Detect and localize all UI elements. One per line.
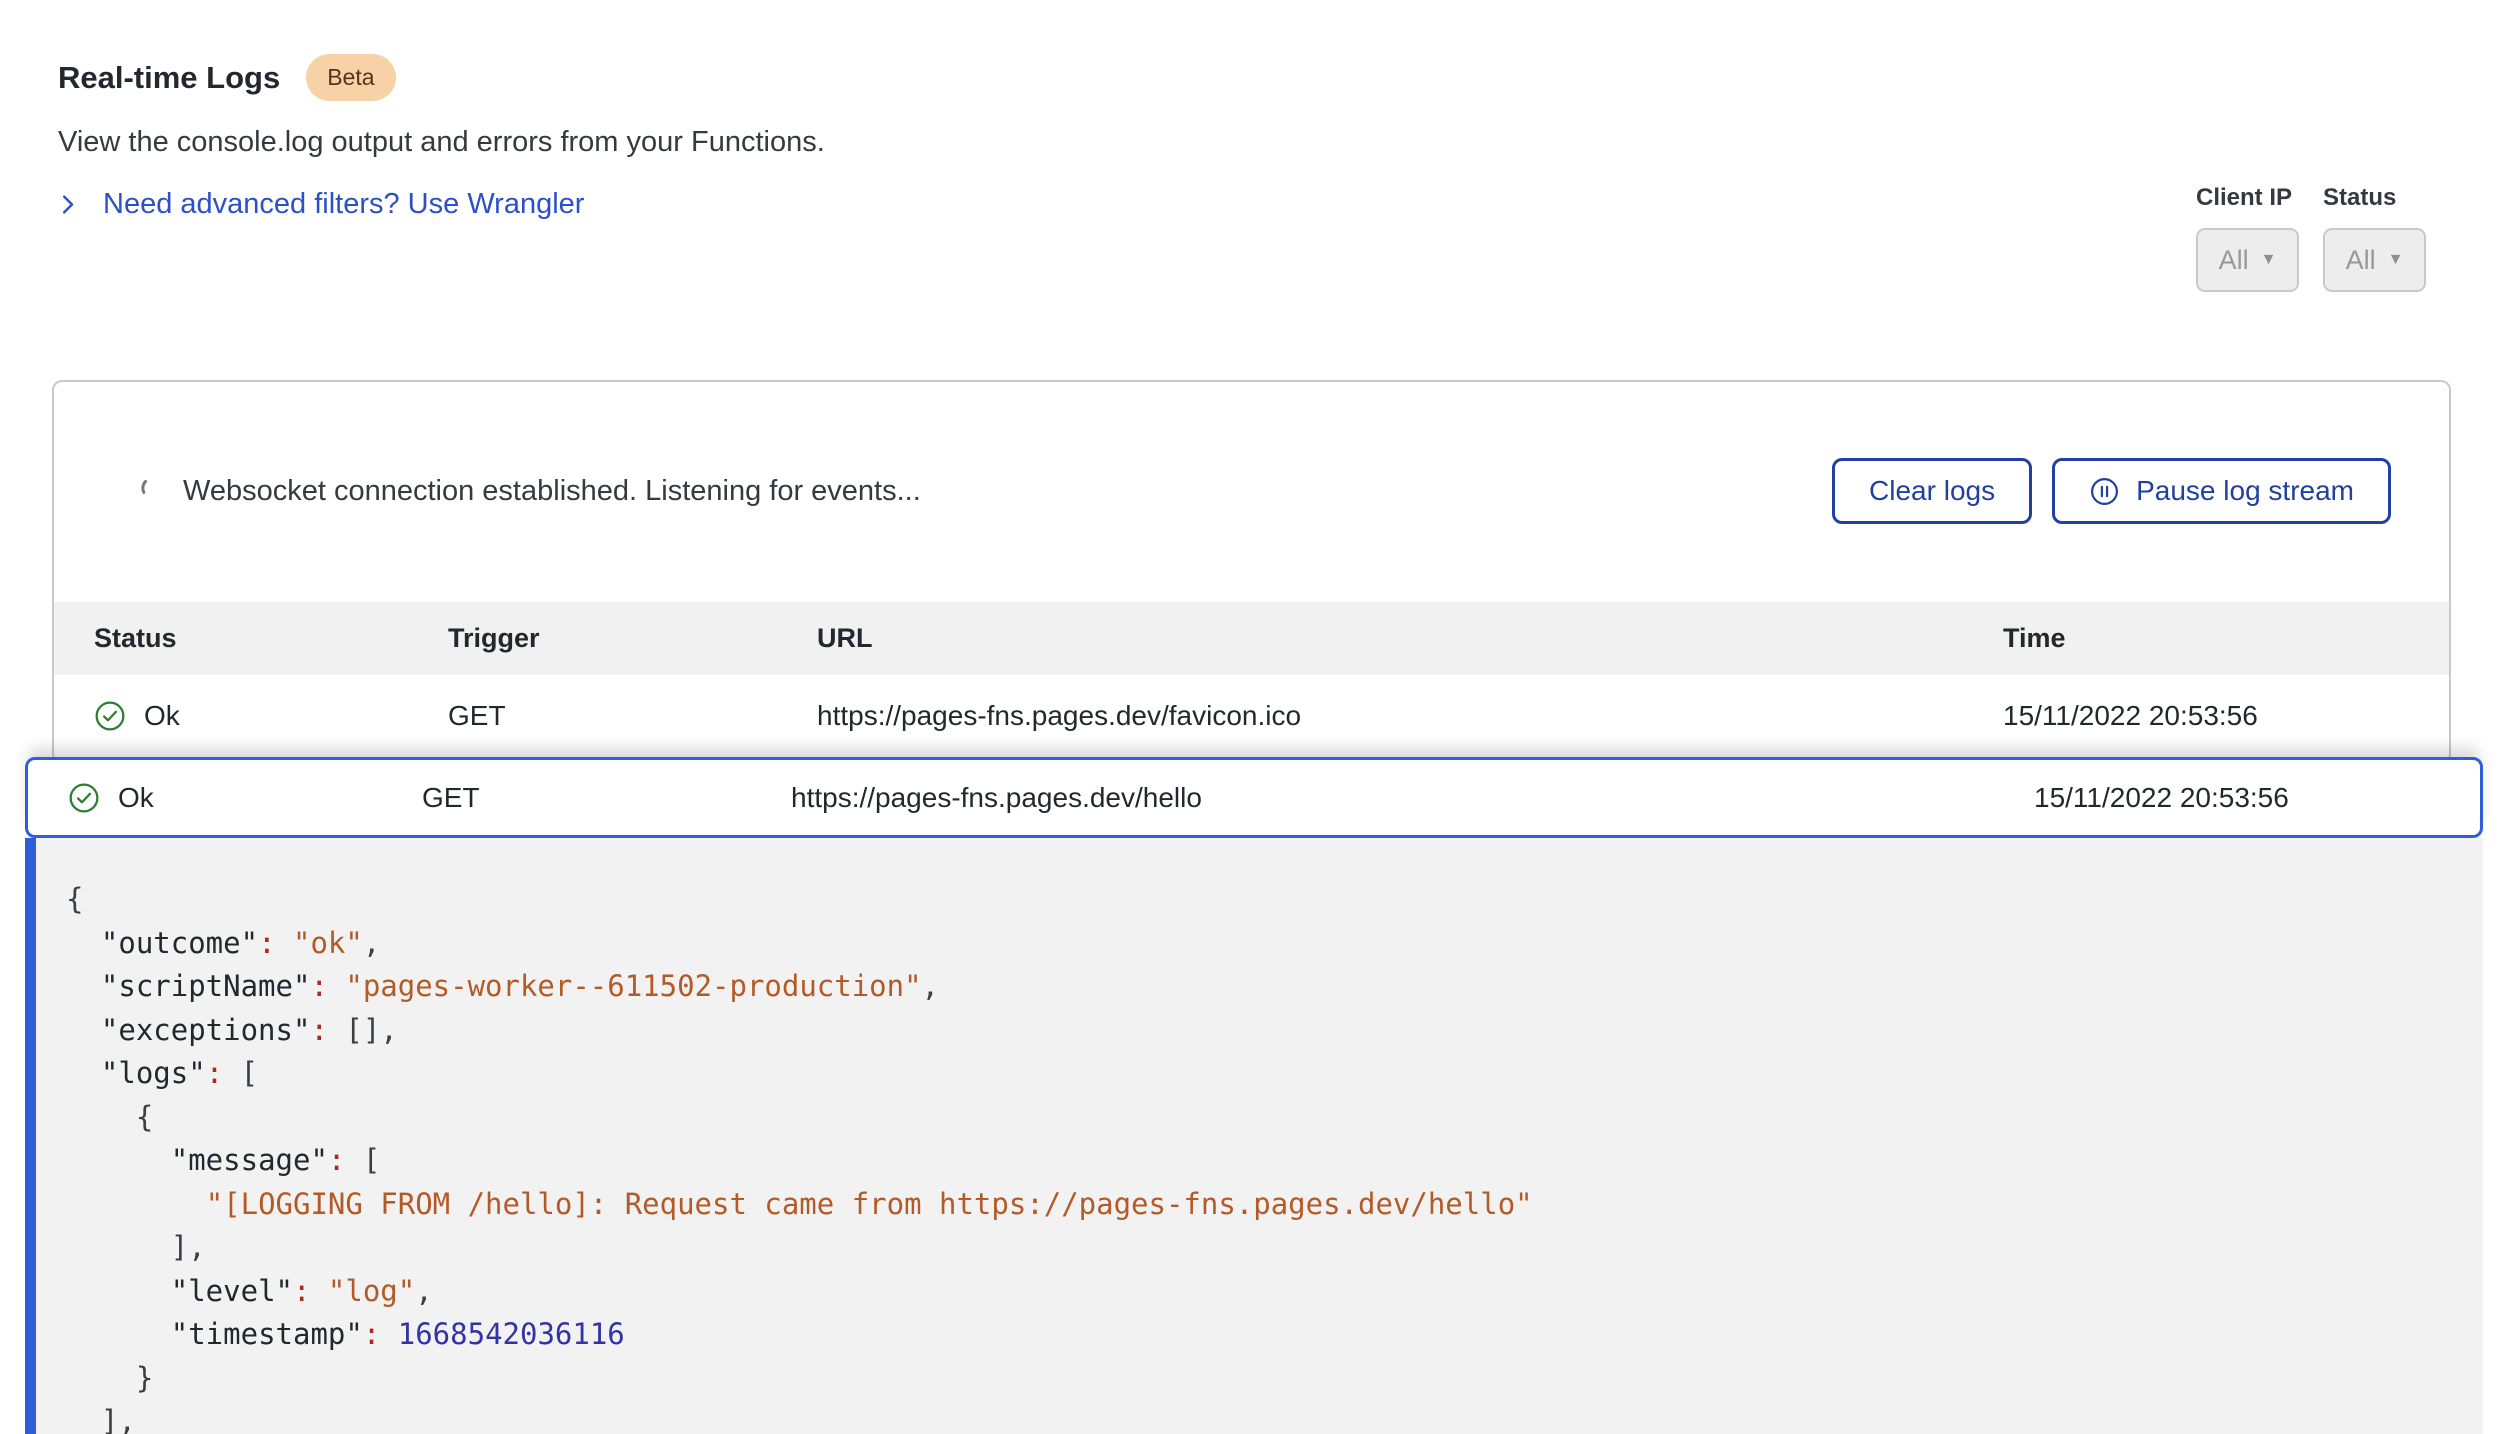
page-subtitle: View the console.log output and errors f… bbox=[58, 126, 825, 159]
beta-badge: Beta bbox=[306, 54, 395, 101]
row-status: Ok bbox=[144, 700, 180, 732]
status-select[interactable]: All ▼ bbox=[2323, 228, 2426, 292]
client-ip-value: All bbox=[2219, 245, 2249, 276]
pause-log-stream-button[interactable]: Pause log stream bbox=[2052, 458, 2391, 524]
clear-logs-button[interactable]: Clear logs bbox=[1832, 458, 2032, 524]
client-ip-label: Client IP bbox=[2196, 184, 2299, 212]
header-url: URL bbox=[817, 623, 2003, 654]
clear-logs-label: Clear logs bbox=[1869, 475, 1995, 507]
websocket-status: Websocket connection established. Listen… bbox=[138, 474, 921, 509]
table-header: Status Trigger URL Time bbox=[54, 602, 2449, 675]
log-detail-json: { "outcome": "ok", "scriptName": "pages-… bbox=[25, 838, 2483, 1434]
status-value: All bbox=[2346, 245, 2376, 276]
chevron-right-icon bbox=[54, 191, 81, 218]
wrangler-link-label: Need advanced filters? Use Wrangler bbox=[103, 188, 584, 221]
caret-down-icon: ▼ bbox=[2261, 252, 2277, 268]
client-ip-select[interactable]: All ▼ bbox=[2196, 228, 2299, 292]
row-trigger: GET bbox=[448, 700, 817, 732]
row-url: https://pages-fns.pages.dev/favicon.ico bbox=[817, 700, 2003, 732]
spinner-icon bbox=[138, 474, 165, 509]
log-filters: Client IP All ▼ Status All ▼ bbox=[2196, 184, 2426, 292]
table-row[interactable]: Ok GET https://pages-fns.pages.dev/favic… bbox=[54, 675, 2449, 757]
stream-toolbar: Websocket connection established. Listen… bbox=[54, 458, 2449, 524]
status-filter-group: Status All ▼ bbox=[2323, 184, 2426, 292]
page-title: Real-time Logs bbox=[58, 60, 280, 96]
row-url: https://pages-fns.pages.dev/hello bbox=[791, 782, 2034, 814]
wrangler-link[interactable]: Need advanced filters? Use Wrangler bbox=[54, 188, 584, 221]
check-circle-icon bbox=[68, 782, 100, 814]
row-time: 15/11/2022 20:53:56 bbox=[2034, 782, 2480, 814]
logs-panel: Websocket connection established. Listen… bbox=[52, 380, 2451, 764]
status-label: Status bbox=[2323, 184, 2426, 212]
header-time: Time bbox=[2003, 623, 2449, 654]
row-trigger: GET bbox=[422, 782, 791, 814]
header-trigger: Trigger bbox=[448, 623, 817, 654]
expanded-log-entry: Ok GET https://pages-fns.pages.dev/hello… bbox=[25, 757, 2483, 1434]
client-ip-filter-group: Client IP All ▼ bbox=[2196, 184, 2299, 292]
check-circle-icon bbox=[94, 700, 126, 732]
json-code: { "outcome": "ok", "scriptName": "pages-… bbox=[66, 878, 2453, 1434]
header-status: Status bbox=[94, 623, 177, 654]
caret-down-icon: ▼ bbox=[2388, 252, 2404, 268]
toolbar-actions: Clear logs Pause log stream bbox=[1832, 458, 2391, 524]
table-row-selected[interactable]: Ok GET https://pages-fns.pages.dev/hello… bbox=[25, 757, 2483, 838]
page-header: Real-time Logs Beta bbox=[58, 54, 396, 101]
pause-circle-icon bbox=[2089, 476, 2120, 507]
row-time: 15/11/2022 20:53:56 bbox=[2003, 700, 2449, 732]
row-status: Ok bbox=[118, 782, 154, 814]
websocket-status-text: Websocket connection established. Listen… bbox=[183, 475, 921, 508]
pause-log-stream-label: Pause log stream bbox=[2136, 475, 2354, 507]
